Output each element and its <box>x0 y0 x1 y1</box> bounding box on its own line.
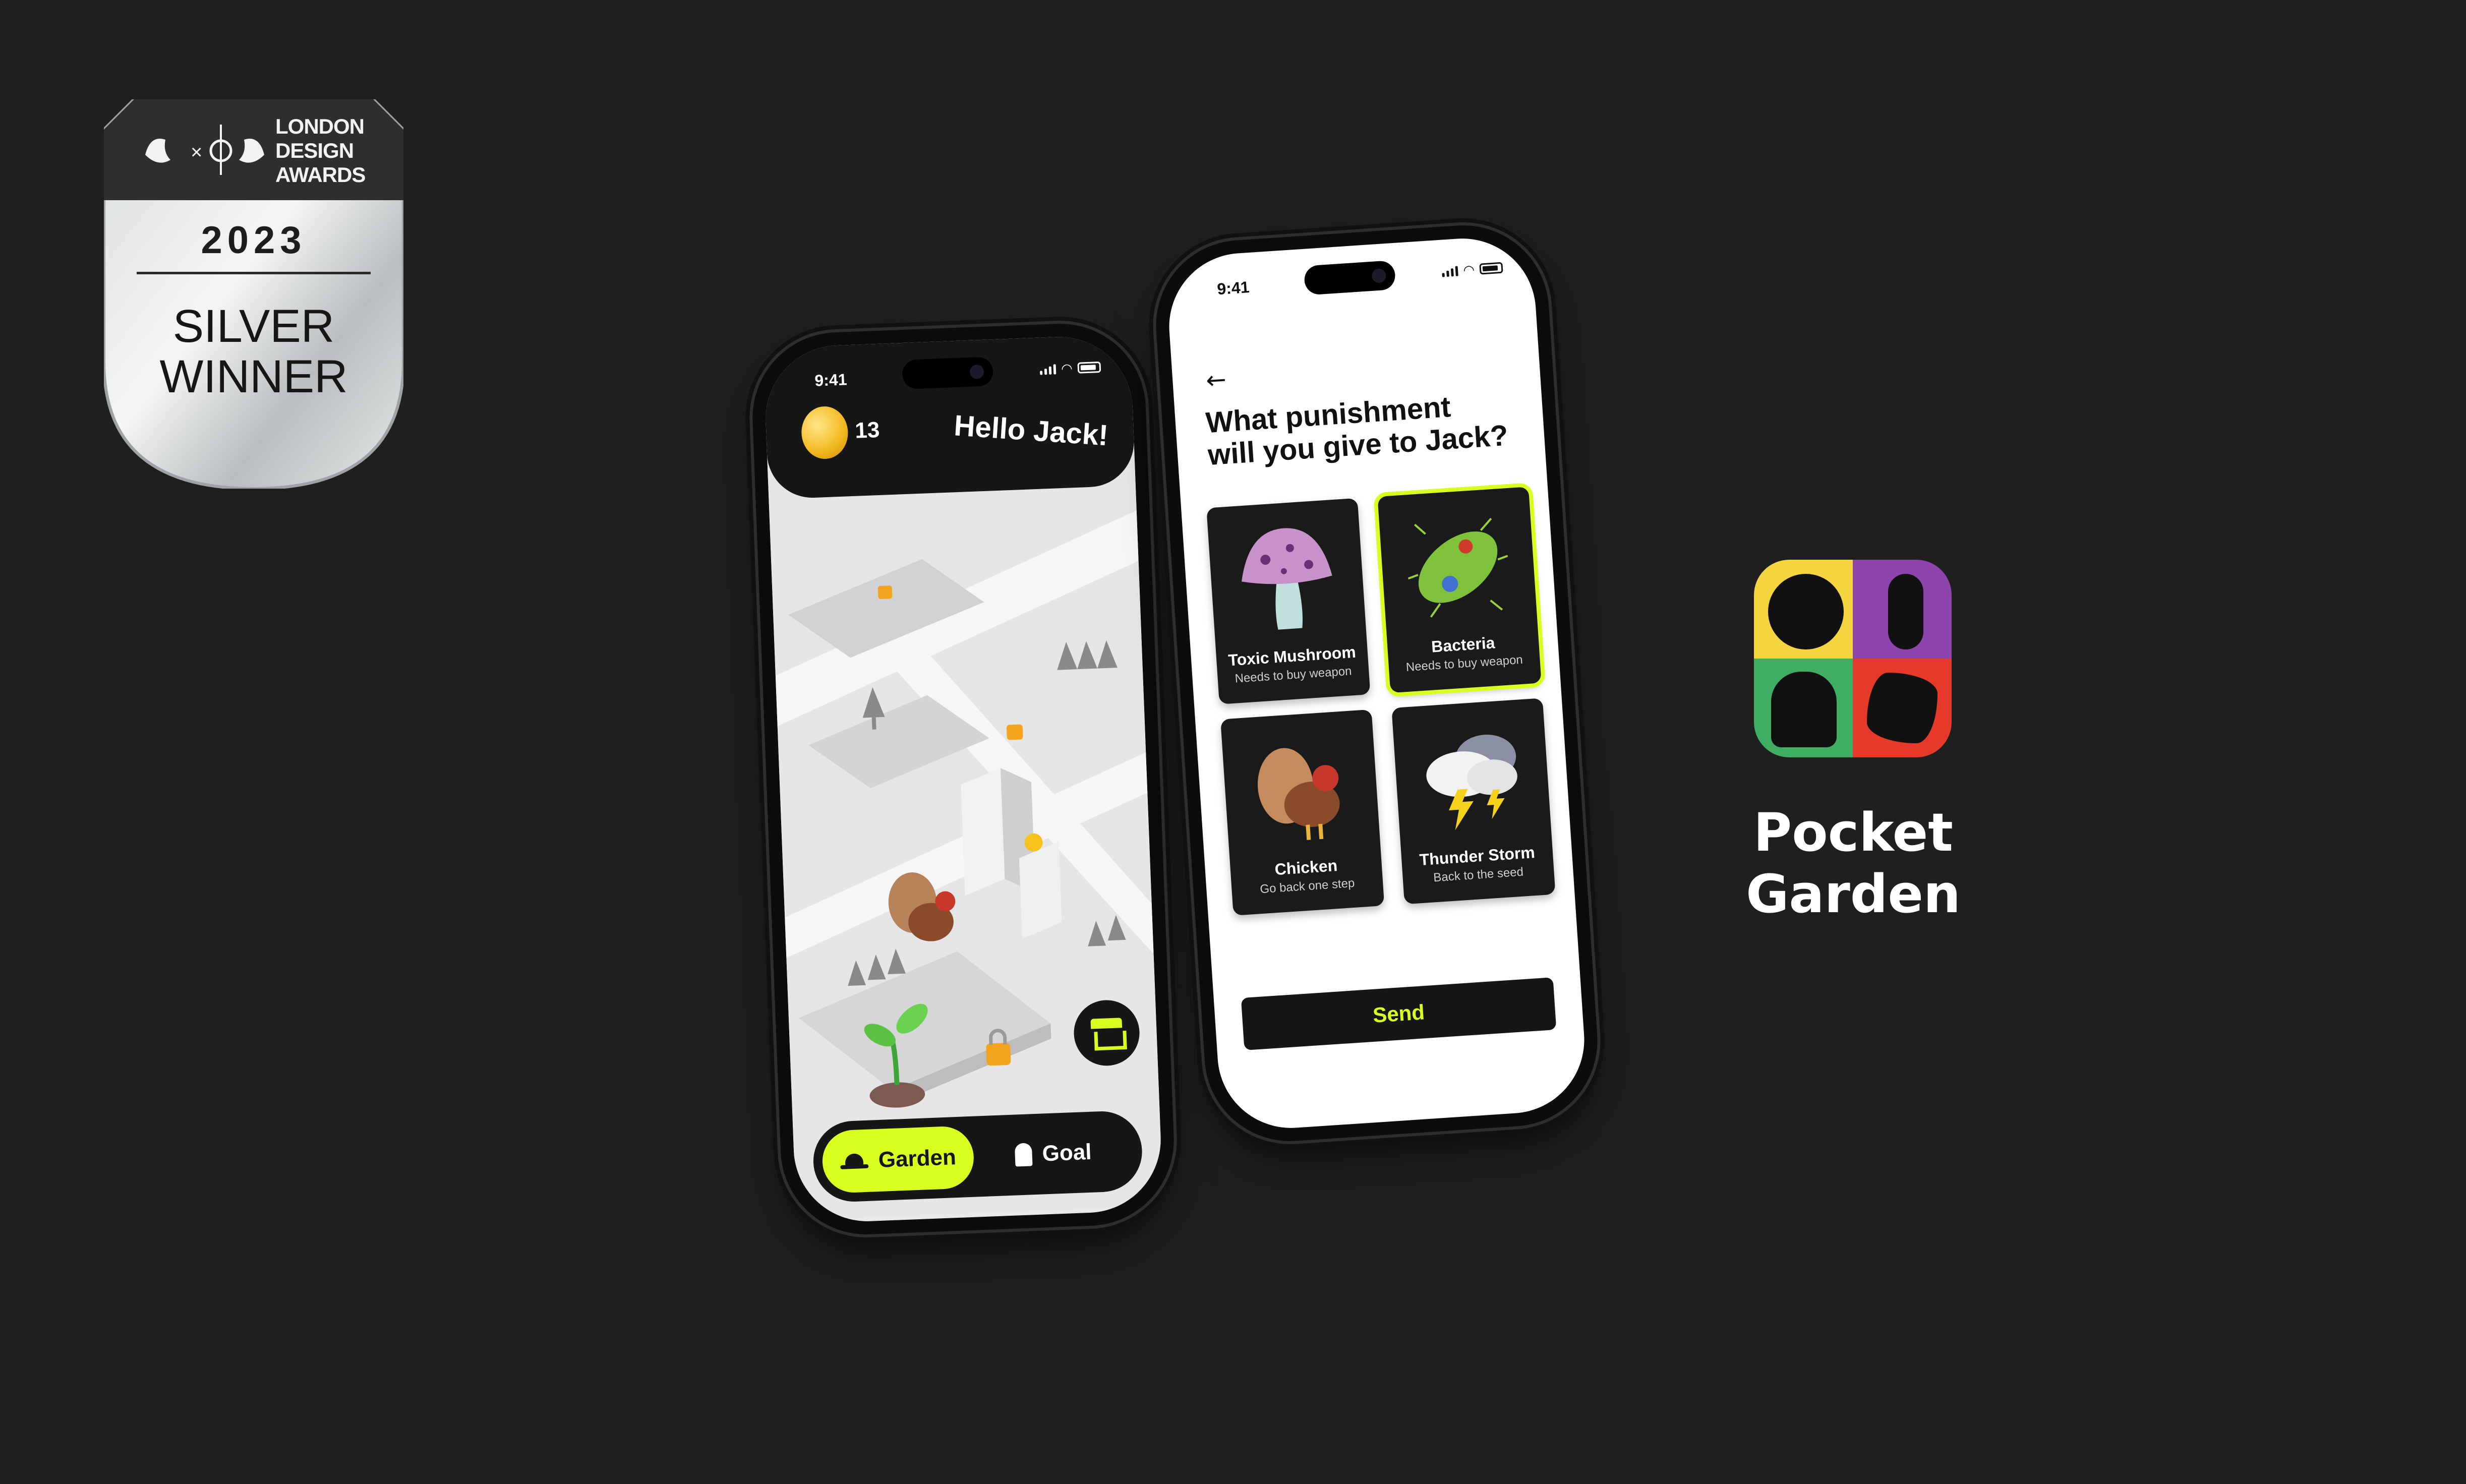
dynamic-island <box>902 357 994 390</box>
signal-icon <box>1040 363 1056 375</box>
award-result: SILVER WINNER <box>104 301 403 402</box>
tab-label: Garden <box>877 1145 957 1172</box>
logo-quadrant-purple <box>1853 560 1952 659</box>
goal-icon <box>1014 1143 1033 1167</box>
wifi-icon: ◠ <box>1462 262 1476 278</box>
tab-garden[interactable]: Garden <box>821 1125 975 1194</box>
tab-label: Goal <box>1041 1139 1092 1166</box>
award-logo-icon: × <box>145 125 264 175</box>
award-result-line: SILVER <box>172 301 335 352</box>
award-result-line: WINNER <box>159 351 348 402</box>
phone-garden: 9:41 ◠ 13 Hello Jack! Garden Goal <box>749 320 1178 1238</box>
garden-screen: 9:41 ◠ 13 Hello Jack! Garden Goal <box>762 334 1164 1224</box>
greeting-title: Hello Jack! <box>953 409 1109 452</box>
logo-quadrant-green <box>1754 659 1853 757</box>
award-org-line: LONDON <box>275 114 365 138</box>
award-org: LONDON DESIGN AWARDS <box>275 114 401 187</box>
send-button[interactable]: Send <box>1241 977 1557 1050</box>
bacteria-icon <box>1407 517 1508 618</box>
logo-quadrant-red <box>1853 659 1952 757</box>
back-arrow-icon[interactable]: ← <box>1205 366 1227 395</box>
app-name: Pocket Garden <box>1746 802 1961 925</box>
phone-punishment: 9:41 ◠ ← What punishment will you give t… <box>1150 220 1603 1147</box>
signal-icon <box>1442 265 1459 277</box>
garden-map[interactable] <box>767 450 1163 1220</box>
coin-icon <box>800 405 849 460</box>
award-divider <box>137 272 371 274</box>
card-toxic-mushroom[interactable]: Toxic Mushroom Needs to buy weapon <box>1206 498 1371 704</box>
question-title: What punishment will you give to Jack? <box>1205 386 1531 471</box>
coin-count: 13 <box>854 417 880 443</box>
tab-bar: Garden Goal <box>811 1109 1144 1203</box>
award-year: 2023 <box>201 219 307 262</box>
award-org-line: AWARDS <box>275 163 366 187</box>
status-icons: ◠ <box>1442 262 1503 278</box>
card-chicken[interactable]: Chicken Go back one step <box>1220 709 1385 916</box>
chicken-icon <box>1257 748 1340 840</box>
svg-text:×: × <box>191 141 202 163</box>
store-icon <box>1090 1018 1123 1048</box>
award-org-line: DESIGN <box>275 139 354 162</box>
status-icons: ◠ <box>1040 361 1101 376</box>
app-logo-icon <box>1754 560 1952 757</box>
battery-icon <box>1077 361 1101 374</box>
battery-icon <box>1479 262 1503 275</box>
isometric-map-art <box>767 450 1163 1220</box>
status-time: 9:41 <box>1216 278 1250 299</box>
punishment-screen: 9:41 ◠ ← What punishment will you give t… <box>1164 233 1589 1133</box>
hat-icon <box>840 1153 868 1169</box>
tab-goal[interactable]: Goal <box>972 1119 1134 1188</box>
status-time: 9:41 <box>814 370 848 390</box>
wifi-icon: ◠ <box>1061 361 1073 376</box>
card-thunder-storm[interactable]: Thunder Storm Back to the seed <box>1391 698 1556 905</box>
dynamic-island <box>1303 260 1396 295</box>
card-bacteria[interactable]: Bacteria Needs to buy weapon <box>1377 487 1542 693</box>
punishment-grid: Toxic Mushroom Needs to buy weapon Bacte… <box>1206 487 1556 916</box>
logo-quadrant-yellow <box>1754 560 1853 659</box>
mushroom-icon <box>1242 528 1332 630</box>
garden-header: 9:41 ◠ 13 Hello Jack! <box>762 334 1136 500</box>
award-badge: × LONDON DESIGN AWARDS 2023 SILVER WINNE… <box>104 99 403 489</box>
thunder-cloud-icon <box>1426 734 1517 830</box>
